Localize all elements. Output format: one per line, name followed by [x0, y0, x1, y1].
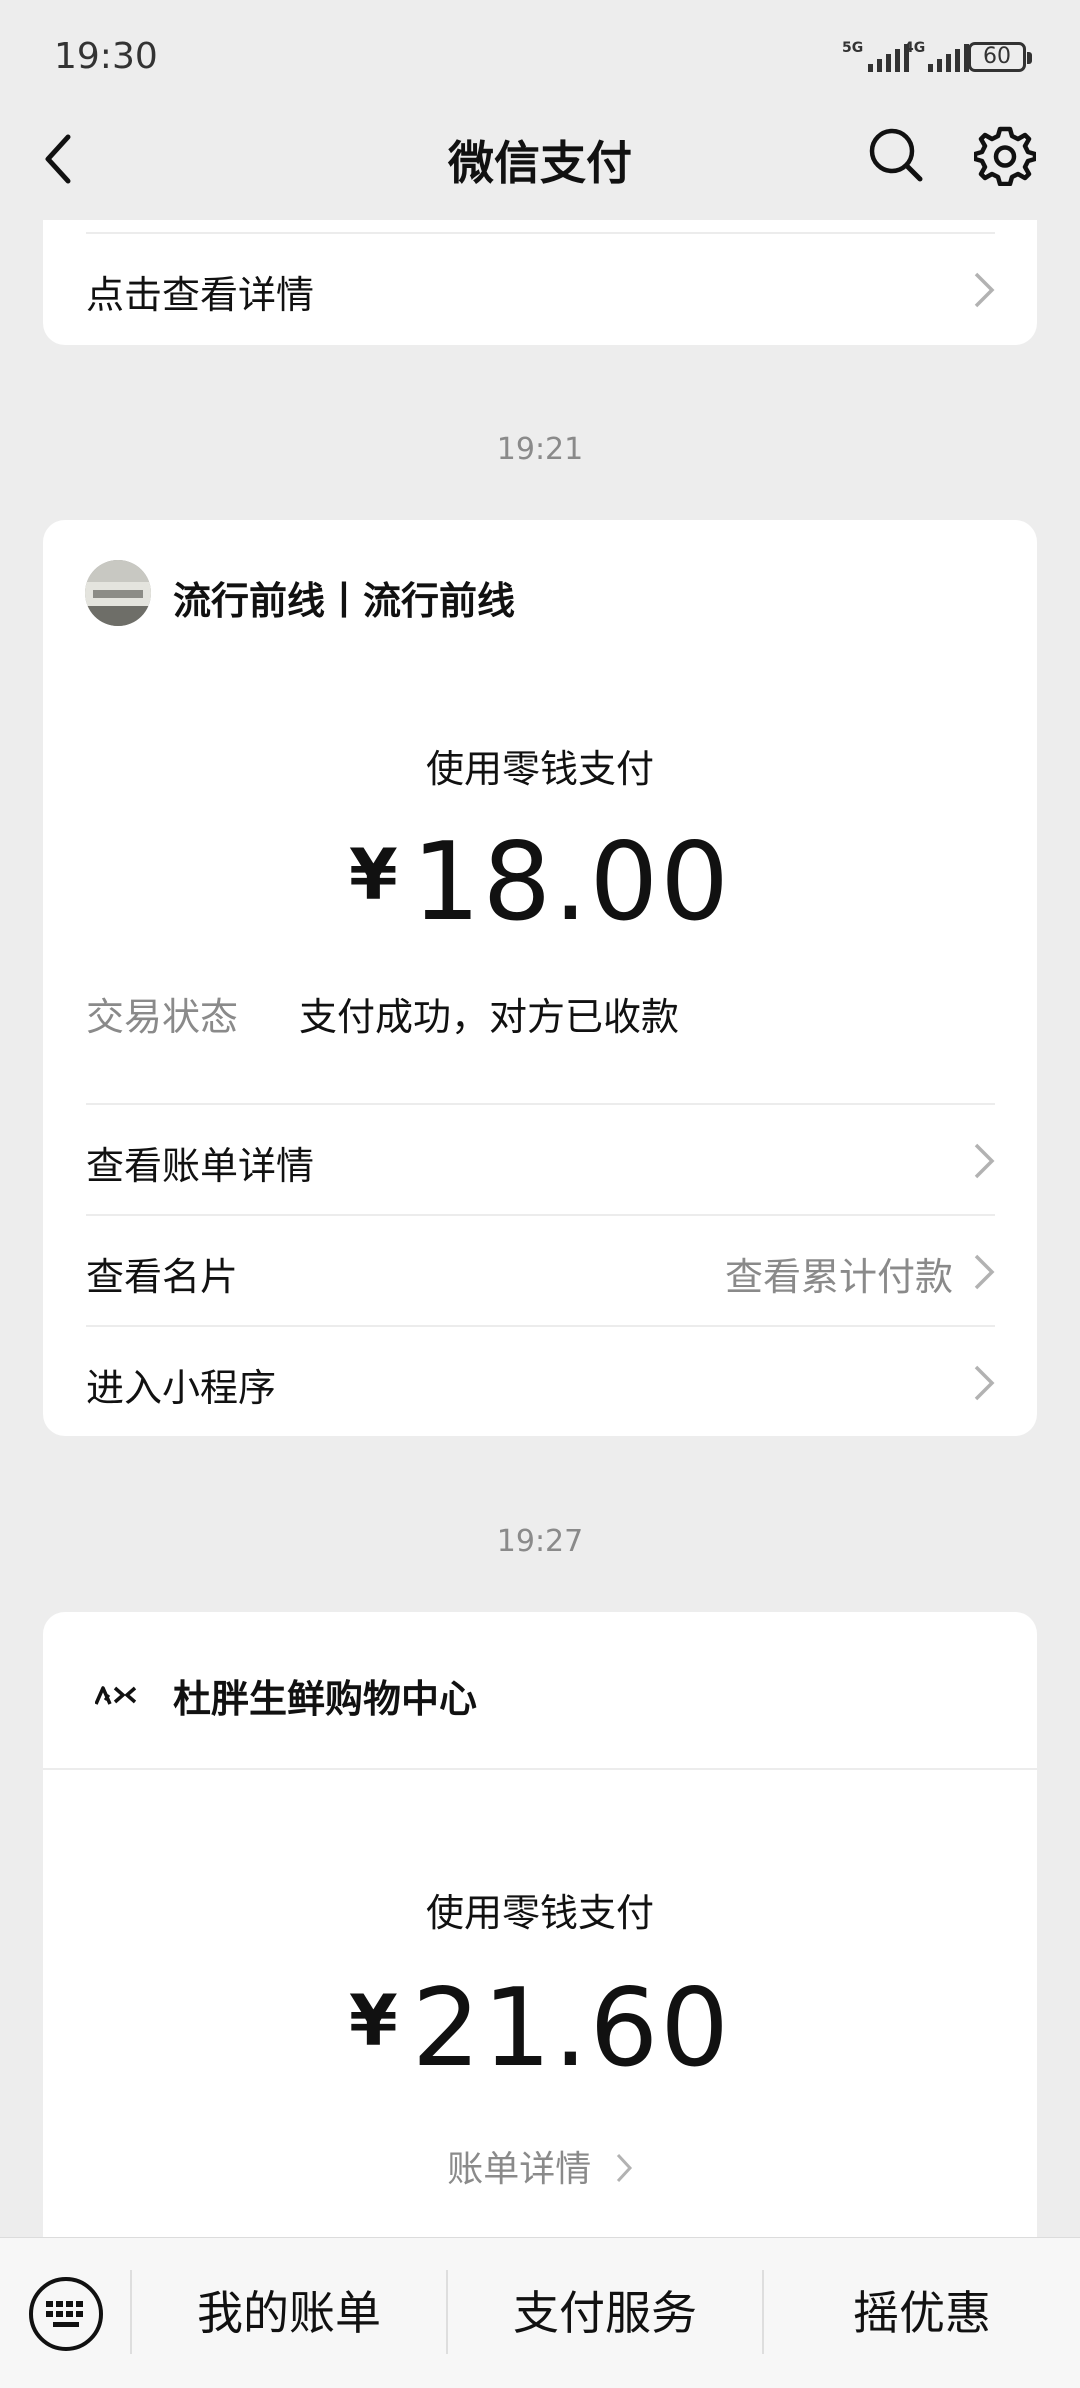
keyboard-toggle-icon[interactable] — [26, 2274, 106, 2354]
signal-strength-icon — [928, 44, 969, 72]
bill-details-label: 账单详情 — [447, 2149, 592, 2190]
signal-strength-icon — [868, 44, 909, 72]
status-time: 19:30 — [54, 36, 158, 77]
payment-amount: ¥21.60 — [43, 1966, 1037, 2091]
network-5g-label: 5G — [842, 40, 864, 56]
tab-payment-services[interactable]: 支付服务 — [448, 2238, 762, 2388]
chevron-right-icon — [974, 1143, 995, 1179]
divider — [43, 1768, 1037, 1770]
cumulative-payment-link[interactable]: 查看累计付款 — [725, 1246, 953, 1301]
merchant-avatar[interactable] — [85, 560, 151, 626]
message-timestamp: 19:21 — [496, 432, 584, 467]
bottom-menu-bar: 我的账单 支付服务 摇优惠 — [0, 2237, 1080, 2388]
nav-bar: 微信支付 — [0, 115, 1080, 220]
bill-details-link[interactable]: 账单详情 — [43, 2140, 1037, 2192]
network-4g-label: 4G — [904, 40, 926, 56]
payment-method: 使用零钱支付 — [425, 747, 654, 791]
payment-card-1: 流行前线丨流行前线 使用零钱支付 ¥18.00 交易状态 支付成功，对方已收款 … — [43, 520, 1037, 1436]
chevron-right-icon — [616, 2153, 632, 2183]
merchant-name[interactable]: 流行前线丨流行前线 — [173, 570, 515, 625]
view-details-label: 点击查看详情 — [86, 273, 315, 317]
chevron-right-icon — [974, 1365, 995, 1401]
merchant-name[interactable]: 杜胖生鲜购物中心 — [173, 1668, 477, 1723]
payment-method: 使用零钱支付 — [425, 1891, 654, 1935]
battery-icon: 60 — [968, 42, 1032, 72]
tab-shake-deals[interactable]: 摇优惠 — [764, 2238, 1080, 2388]
message-timestamp: 19:27 — [496, 1524, 584, 1559]
view-details-row[interactable]: 点击查看详情 — [86, 232, 995, 343]
status-label: 交易状态 — [86, 995, 239, 1039]
payment-amount: ¥18.00 — [43, 820, 1037, 945]
tab-my-bills[interactable]: 我的账单 — [132, 2238, 446, 2388]
search-icon[interactable] — [866, 125, 926, 185]
chevron-right-icon — [974, 1254, 995, 1290]
row-label: 查看名片 — [86, 1255, 239, 1299]
payment-card-2: 杜胖生鲜购物中心 使用零钱支付 ¥21.60 账单详情 — [43, 1612, 1037, 2312]
bill-details-row[interactable]: 查看账单详情 — [86, 1103, 995, 1214]
currency-symbol: ¥ — [349, 1980, 398, 2062]
mini-program-row[interactable]: 进入小程序 — [86, 1325, 995, 1436]
row-label: 查看账单详情 — [86, 1144, 315, 1188]
status-bar: 19:30 5G 4G 60 — [0, 0, 1080, 115]
previous-payment-card: 点击查看详情 — [43, 220, 1037, 345]
status-value: 支付成功，对方已收款 — [299, 995, 680, 1039]
amount-value: 21.60 — [411, 1966, 731, 2091]
merchant-logo-icon[interactable] — [95, 1684, 137, 1706]
chevron-right-icon — [974, 272, 995, 308]
settings-gear-icon[interactable] — [974, 124, 1036, 186]
amount-value: 18.00 — [411, 820, 731, 945]
currency-symbol: ¥ — [349, 834, 398, 916]
business-card-row[interactable]: 查看名片 查看累计付款 — [86, 1214, 995, 1325]
row-label: 进入小程序 — [86, 1366, 277, 1410]
